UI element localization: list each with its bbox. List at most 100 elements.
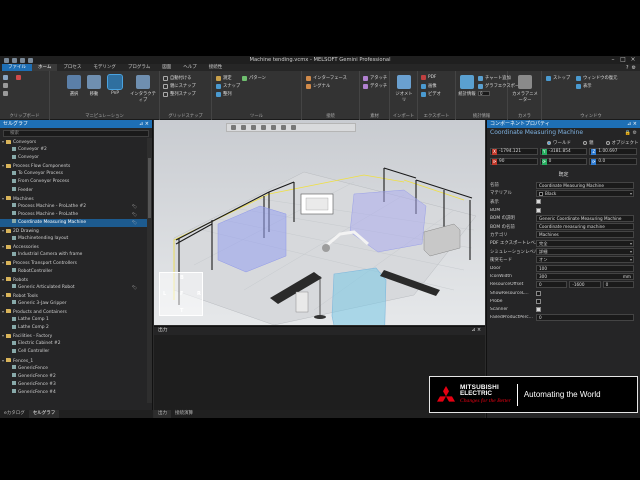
scrollbar-thumb[interactable] <box>148 158 151 218</box>
tree-item[interactable]: GenericFence #4 <box>0 389 147 397</box>
select-button[interactable]: 選択 <box>65 75 83 97</box>
property-dropdown[interactable]: 詳細 <box>536 248 634 256</box>
stop-button[interactable]: ストップ <box>546 75 570 81</box>
tab-process[interactable]: プロセス <box>57 64 87 71</box>
signal-button[interactable]: シグナル <box>306 83 330 89</box>
tree-scrollbar[interactable] <box>147 138 152 403</box>
tab-program[interactable]: プログラム <box>122 64 156 71</box>
save-icon[interactable] <box>12 57 17 63</box>
tree-item[interactable]: Generic Articulated Robot 🏷 <box>0 284 147 292</box>
tree-item[interactable]: Coordinate Measuring Machine 🏷 <box>0 218 147 228</box>
property-checkbox[interactable] <box>536 307 541 313</box>
3d-viewport[interactable]: B L F R T <box>154 120 485 325</box>
property-vector-field[interactable]: -1600 <box>569 281 601 289</box>
property-vector-field[interactable]: 0 <box>602 281 634 289</box>
tree-item[interactable]: GenericFence #2 <box>0 373 147 381</box>
tree-item[interactable]: Conveyor <box>0 154 147 162</box>
view-perspective-icon[interactable] <box>251 125 256 130</box>
tree-folder[interactable]: ▾ Fences_1 <box>0 357 147 365</box>
mode-world[interactable]: ワールド <box>547 140 571 146</box>
z-field[interactable]: Z 1.00.697 <box>589 148 638 155</box>
tab-connection-calc[interactable]: 接続演算 <box>171 410 197 418</box>
rz-field[interactable]: ⟳ 90 <box>490 158 538 165</box>
ry-field[interactable]: ⟳ 0 <box>539 158 588 165</box>
statistics-button[interactable]: 統計情報 <box>458 75 476 97</box>
property-field[interactable]: 0 <box>536 314 634 322</box>
property-field[interactable]: Generic Coordinate Measuring Machine <box>536 214 634 222</box>
tree-item[interactable]: Machinetending layout <box>0 235 147 243</box>
tree-folder[interactable]: ▾ Robot Tools <box>0 292 147 300</box>
tree-item[interactable]: RobotController <box>0 268 147 276</box>
tree-folder[interactable]: ▾ Robots <box>0 276 147 284</box>
tab-output[interactable]: 出力 <box>154 410 171 418</box>
undo-icon[interactable] <box>20 57 25 63</box>
pin-icon[interactable]: ⊿ × <box>627 120 637 128</box>
attach-button[interactable]: アタッチ <box>363 75 387 81</box>
snap-parent-toggle[interactable]: 親にスナップ <box>163 83 196 89</box>
geometry-button[interactable]: ジオメトリ <box>395 75 413 103</box>
property-field[interactable]: Machines <box>536 231 634 239</box>
camera-animator-button[interactable]: カメラアニメーター <box>512 75 538 103</box>
cut-button[interactable] <box>3 83 8 88</box>
x-field[interactable]: X -1794.121 <box>490 148 538 155</box>
snap-button[interactable]: スナップ <box>216 83 240 89</box>
tree-folder[interactable]: ▾ Process Flow Components <box>0 162 147 170</box>
tree-item[interactable]: Conveyor #2 <box>0 146 147 154</box>
zoom-value[interactable]: 0 <box>478 91 490 96</box>
align-button[interactable]: 整列 <box>216 91 232 97</box>
property-field[interactable]: Coordinate Measuring Machine <box>536 181 634 189</box>
image-button[interactable]: 画像 <box>421 83 437 89</box>
maximize-icon[interactable]: □ <box>618 56 628 64</box>
tree-item[interactable]: Industrial Camera with frame <box>0 251 147 259</box>
tree-folder[interactable]: ▾ Accessories <box>0 243 147 251</box>
tab-help[interactable]: ヘルプ <box>177 64 203 71</box>
nav-bottom[interactable]: T <box>180 308 183 314</box>
snap-all-toggle[interactable]: 自動付ける <box>163 75 191 81</box>
tree-folder[interactable]: ▾ 2D Drawing <box>0 227 147 235</box>
tree-item[interactable]: GenericFence <box>0 365 147 373</box>
window-reset-button[interactable]: ウィンドウの復元 <box>576 75 617 81</box>
property-dropdown[interactable]: Black <box>536 189 634 197</box>
view-camera-icon[interactable] <box>281 125 286 130</box>
tab-file[interactable]: ファイル <box>2 64 32 71</box>
close-icon[interactable]: × <box>628 56 638 64</box>
tree-folder[interactable]: ▾ Facilities - Factory <box>0 332 147 340</box>
tree-folder[interactable]: ▾ Machines <box>0 195 147 203</box>
pin-icon[interactable]: ⊿ × <box>471 327 481 335</box>
tree-item[interactable]: Lathe Comp 2 <box>0 324 147 332</box>
add-chart-button[interactable]: チャート追加 <box>478 75 511 81</box>
tree-folder[interactable]: ▾ Process Transport Controllers <box>0 259 147 267</box>
property-field[interactable]: 300 mm <box>536 272 634 280</box>
tree-item[interactable]: To Conveyor Process <box>0 170 147 178</box>
pnp-button[interactable]: PnP <box>106 74 124 96</box>
nav-top[interactable]: B <box>180 275 184 281</box>
measure-button[interactable]: 測定 <box>216 75 232 81</box>
tab-drawing[interactable]: 図面 <box>156 64 177 71</box>
delete-button[interactable] <box>16 75 21 80</box>
property-checkbox[interactable] <box>536 199 541 205</box>
property-vector-field[interactable]: 0 <box>536 281 568 289</box>
move-button[interactable]: 移動 <box>85 75 103 97</box>
display-button[interactable]: 表示 <box>576 83 592 89</box>
property-checkbox[interactable] <box>536 207 541 213</box>
property-field[interactable]: 100 <box>536 264 634 272</box>
view-grid-icon[interactable] <box>271 125 276 130</box>
tree-item[interactable]: Generic 3-Jaw Gripper <box>0 300 147 308</box>
rx-field[interactable]: ⟳ 0.0 <box>589 158 638 165</box>
property-dropdown[interactable]: 完全 <box>536 239 634 247</box>
settings-icon[interactable]: ⚙ <box>632 65 636 71</box>
interface-button[interactable]: インターフェース <box>306 75 347 81</box>
view-fit-icon[interactable] <box>231 125 236 130</box>
lock-icon[interactable]: 🔒 ⚙ <box>625 128 637 138</box>
interactive-button[interactable]: インタラクティブ <box>130 75 156 103</box>
property-checkbox[interactable] <box>536 298 541 304</box>
tree-item[interactable]: Process Machine - ProLathe #2 🏷 <box>0 203 147 211</box>
zoom-field[interactable]: 0 <box>478 91 490 96</box>
tree-item[interactable]: GenericFence #3 <box>0 381 147 389</box>
view-settings-icon[interactable] <box>291 125 296 130</box>
tab-connectivity[interactable]: 接続性 <box>203 64 229 71</box>
tab-cell-graph[interactable]: セルグラフ <box>28 410 60 418</box>
video-button[interactable]: ビデオ <box>421 91 441 97</box>
tree-folder[interactable]: ▾ Products and Containers <box>0 308 147 316</box>
pin-icon[interactable]: ⊿ × <box>139 120 149 128</box>
